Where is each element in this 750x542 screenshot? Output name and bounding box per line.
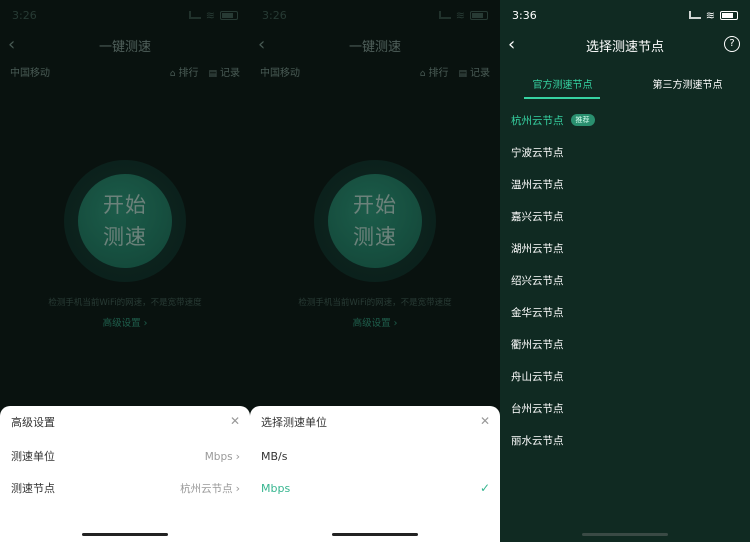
help-icon[interactable]: ? [724,36,740,52]
node-label: 杭州云节点 [511,114,564,127]
status-bar: 3:36 ≋ [500,0,750,30]
node-item[interactable]: 宁波云节点 [500,136,750,168]
node-item[interactable]: 丽水云节点 [500,424,750,456]
unit-option-label: MB/s [261,449,288,463]
chevron-right-icon: › [235,481,240,495]
status-time: 3:36 [512,8,537,22]
node-item[interactable]: 舟山云节点 [500,360,750,392]
unit-value: Mbps [204,450,233,463]
node-label: 嘉兴云节点 [511,210,564,223]
advanced-settings-sheet: 高级设置 ✕ 测速单位 Mbps › 测速节点 杭州云节点 › [0,406,250,542]
node-value: 杭州云节点 [180,482,233,495]
node-label: 宁波云节点 [511,146,564,159]
node-label: 湖州云节点 [511,242,564,255]
home-indicator [82,533,168,536]
node-tabs: 官方测速节点 第三方测速节点 [500,76,750,96]
node-list: 杭州云节点 推荐 宁波云节点 温州云节点 嘉兴云节点 湖州云节点 绍兴云节点 金华… [500,104,750,456]
page-title: 选择测速节点 [585,39,664,55]
sheet-title: 选择测速单位 [261,416,327,429]
node-label: 温州云节点 [511,178,564,191]
battery-icon [720,10,738,20]
recommended-badge: 推荐 [570,114,595,126]
unit-label: 测速单位 [11,450,55,463]
sheet-title: 高级设置 [11,416,55,429]
screen-select-node: 3:36 ≋ ‹ 选择测速节点 ? 官方测速节点 第三方测速节点 杭州云节点 推荐… [500,0,750,542]
node-label: 丽水云节点 [511,434,564,447]
unit-row[interactable]: 测速单位 Mbps › [11,446,240,466]
node-row[interactable]: 测速节点 杭州云节点 › [11,478,240,498]
active-tab-indicator [524,97,600,99]
unit-option-label: Mbps [261,481,291,495]
nav-bar: ‹ 选择测速节点 ? [500,30,750,60]
node-label: 舟山云节点 [511,370,564,383]
wifi-icon: ≋ [705,8,715,22]
node-item[interactable]: 嘉兴云节点 [500,200,750,232]
select-unit-sheet: 选择测速单位 ✕ MB/s Mbps ✓ [250,406,500,542]
node-item[interactable]: 湖州云节点 [500,232,750,264]
node-label: 绍兴云节点 [511,274,564,287]
node-item[interactable]: 衢州云节点 [500,328,750,360]
home-indicator [582,533,668,536]
tab-third-party-nodes[interactable]: 第三方测速节点 [625,76,750,96]
home-indicator [332,533,418,536]
chevron-right-icon: › [235,449,240,463]
node-item[interactable]: 绍兴云节点 [500,264,750,296]
close-icon[interactable]: ✕ [230,414,240,430]
unit-option-mbps[interactable]: Mbps ✓ [261,478,490,498]
node-item[interactable]: 温州云节点 [500,168,750,200]
back-icon[interactable]: ‹ [508,34,515,55]
node-item[interactable]: 杭州云节点 推荐 [500,104,750,136]
screen-advanced-settings: 3:26 ≋ ‹ 一键测速 中国移动 ⌂ 排行 ▤ 记录 开始 测速 检测手机当前W… [0,0,250,542]
checkmark-icon: ✓ [479,481,490,495]
unit-option-mbs[interactable]: MB/s [261,446,490,466]
screen-select-unit: 3:26 ≋ ‹ 一键测速 中国移动 ⌂ 排行 ▤ 记录 开始 测速 检测手机当前W… [250,0,500,542]
node-label: 金华云节点 [511,306,564,319]
node-label: 台州云节点 [511,402,564,415]
node-item[interactable]: 金华云节点 [500,296,750,328]
signal-icon [688,11,701,19]
close-icon[interactable]: ✕ [480,414,490,430]
node-label: 衢州云节点 [511,338,564,351]
node-item[interactable]: 台州云节点 [500,392,750,424]
node-label: 测速节点 [11,482,55,495]
tab-official-nodes[interactable]: 官方测速节点 [500,76,625,96]
